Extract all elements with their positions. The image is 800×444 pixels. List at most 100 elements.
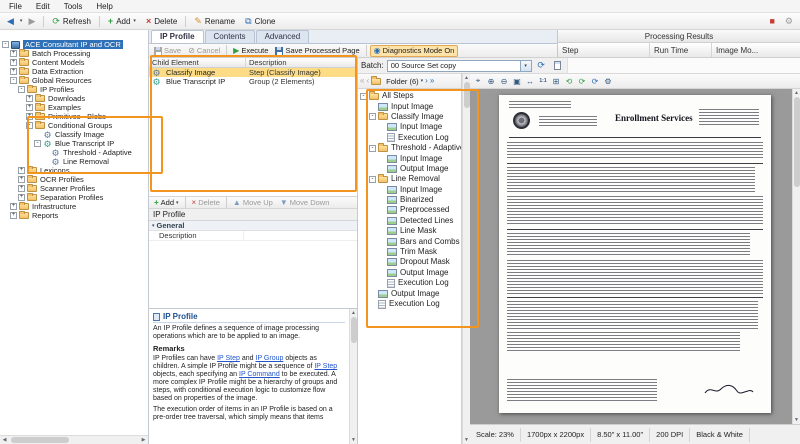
expand-icon[interactable]: + bbox=[10, 203, 17, 210]
zoom-fit-icon[interactable]: ▣ bbox=[511, 75, 523, 87]
rotate-right-icon[interactable]: ⟳ bbox=[576, 75, 588, 87]
move-up-button[interactable]: ▲Move Up bbox=[230, 197, 276, 209]
help-link[interactable]: IP Step bbox=[217, 355, 240, 362]
tree-item-infrastructure[interactable]: +Infrastructure bbox=[0, 202, 148, 211]
tree-item-input-image[interactable]: Input Image bbox=[358, 101, 461, 111]
scrollbar-thumb[interactable] bbox=[464, 82, 470, 108]
expand-icon[interactable]: + bbox=[10, 212, 17, 219]
menu-edit[interactable]: Edit bbox=[29, 0, 57, 13]
tree-item-binarized[interactable]: Binarized bbox=[358, 195, 461, 205]
add-button[interactable]: +Add▾ bbox=[104, 16, 140, 27]
add-child-button[interactable]: +Add▾ bbox=[151, 197, 182, 209]
tree-item-classify-image[interactable]: -Classify Image bbox=[358, 112, 461, 122]
collapse-icon[interactable]: - bbox=[360, 93, 367, 100]
collapse-icon[interactable]: - bbox=[369, 145, 376, 152]
tree-item-scanner-profiles[interactable]: +Scanner Profiles bbox=[0, 184, 148, 193]
tree-item-output-image[interactable]: Output Image bbox=[358, 288, 461, 298]
refresh-batch-icon[interactable]: ⟳ bbox=[535, 59, 548, 72]
column-header-child-element[interactable]: Child Element bbox=[149, 58, 246, 67]
execute-button[interactable]: ▶Execute bbox=[230, 45, 271, 57]
tree-item-trim-mask[interactable]: Trim Mask bbox=[358, 247, 461, 257]
tree-item-conditional-groups[interactable]: -Conditional Groups bbox=[0, 121, 148, 130]
actual-size-icon[interactable]: 1:1 bbox=[537, 75, 549, 87]
add-child-dropdown-icon[interactable]: ▾ bbox=[176, 200, 179, 206]
scrollbar-thumb[interactable] bbox=[794, 97, 800, 187]
document-preview-area[interactable]: Enrollment Services bbox=[470, 89, 800, 424]
zoom-out-icon[interactable]: ⊖ bbox=[498, 75, 510, 87]
first-folder-icon[interactable]: « bbox=[360, 77, 364, 85]
expand-icon[interactable]: + bbox=[26, 113, 33, 120]
results-column-run-time[interactable]: Run Time bbox=[650, 43, 712, 57]
stop-icon[interactable]: ■ bbox=[765, 16, 778, 27]
nav-back-button[interactable]: ◀ bbox=[3, 16, 18, 27]
collapse-icon[interactable]: - bbox=[26, 122, 33, 129]
previous-folder-icon[interactable]: ‹ bbox=[366, 77, 369, 85]
batch-combobox[interactable]: 00 Source Set copy ▾ bbox=[387, 60, 532, 72]
tree-item-reports[interactable]: +Reports bbox=[0, 211, 148, 220]
delete-child-button[interactable]: ×Delete bbox=[189, 197, 223, 209]
scrollbar-thumb[interactable] bbox=[351, 317, 357, 343]
tree-item-examples[interactable]: +Examples bbox=[0, 103, 148, 112]
tree-item-bars-and-combs[interactable]: Bars and Combs bbox=[358, 236, 461, 246]
view-page-icon[interactable] bbox=[551, 59, 564, 72]
tree-item-execution-log[interactable]: Execution Log bbox=[358, 133, 461, 143]
grid-row-blue-transcript-ip[interactable]: Blue Transcript IPGroup (2 Elements) bbox=[149, 77, 357, 86]
tree-item-detected-lines[interactable]: Detected Lines bbox=[358, 216, 461, 226]
tree-item-line-mask[interactable]: Line Mask bbox=[358, 226, 461, 236]
collapse-icon[interactable]: - bbox=[34, 140, 41, 147]
clone-button[interactable]: ⧉Clone bbox=[241, 16, 279, 27]
tree-item-global-resources[interactable]: -Global Resources bbox=[0, 76, 148, 85]
results-column-step[interactable]: Step bbox=[558, 43, 650, 57]
expand-icon[interactable]: + bbox=[10, 59, 17, 66]
help-link[interactable]: IP Command bbox=[239, 371, 280, 378]
settings-icon[interactable]: ⚙ bbox=[781, 16, 797, 27]
folder-label[interactable]: Folder (6) bbox=[386, 77, 419, 86]
menu-tools[interactable]: Tools bbox=[57, 0, 90, 13]
refresh-icon[interactable]: ⟳ bbox=[589, 75, 601, 87]
tree-item-line-removal[interactable]: -Line Removal bbox=[358, 174, 461, 184]
expand-icon[interactable]: + bbox=[18, 167, 25, 174]
scroll-up-icon[interactable]: ▲ bbox=[464, 74, 469, 82]
move-down-button[interactable]: ▼Move Down bbox=[277, 197, 333, 209]
last-folder-icon[interactable]: » bbox=[430, 77, 434, 85]
zoom-in-icon[interactable]: ⊕ bbox=[485, 75, 497, 87]
tree-item-ip-profiles[interactable]: -IP Profiles bbox=[0, 85, 148, 94]
collapse-icon[interactable]: - bbox=[369, 113, 376, 120]
property-group-general[interactable]: ▾General bbox=[149, 221, 357, 231]
help-link[interactable]: IP Group bbox=[256, 355, 284, 362]
tree-item-ace-consultant-ip-and-ocr[interactable]: -ACE Consultant IP and OCR bbox=[0, 40, 148, 49]
tree-item-threshold-adaptive[interactable]: -Threshold - Adaptive bbox=[358, 143, 461, 153]
expand-icon[interactable]: + bbox=[18, 185, 25, 192]
tree-item-blue-transcript-ip[interactable]: -Blue Transcript IP bbox=[0, 139, 148, 148]
results-column-image-mo[interactable]: Image Mo... bbox=[712, 43, 800, 57]
scroll-down-icon[interactable]: ▼ bbox=[464, 436, 469, 444]
collapse-icon[interactable]: - bbox=[10, 77, 17, 84]
scroll-up-icon[interactable]: ▲ bbox=[794, 89, 799, 97]
tree-item-output-image[interactable]: Output Image bbox=[358, 164, 461, 174]
scroll-right-icon[interactable]: ▶ bbox=[139, 436, 148, 444]
scroll-down-icon[interactable]: ▼ bbox=[794, 416, 799, 424]
tree-item-data-extraction[interactable]: +Data Extraction bbox=[0, 67, 148, 76]
tree-item-lexicons[interactable]: +Lexicons bbox=[0, 166, 148, 175]
tree-item-separation-profiles[interactable]: +Separation Profiles bbox=[0, 193, 148, 202]
cancel-button[interactable]: ⊘Cancel bbox=[185, 45, 223, 57]
collapse-icon[interactable]: - bbox=[2, 41, 9, 48]
help-link[interactable]: IP Step bbox=[314, 363, 337, 370]
collapse-icon[interactable]: - bbox=[18, 86, 25, 93]
rotate-left-icon[interactable]: ⟲ bbox=[563, 75, 575, 87]
refresh-button[interactable]: ⟳Refresh bbox=[48, 16, 95, 27]
scrollbar-thumb[interactable] bbox=[11, 437, 69, 443]
next-folder-icon[interactable]: › bbox=[425, 77, 428, 85]
tree-item-downloads[interactable]: +Downloads bbox=[0, 94, 148, 103]
folder-dropdown-icon[interactable]: ▾ bbox=[421, 78, 424, 84]
combo-dropdown-icon[interactable]: ▾ bbox=[520, 61, 531, 71]
tab-advanced[interactable]: Advanced bbox=[256, 30, 310, 43]
scroll-left-icon[interactable]: ◀ bbox=[0, 436, 9, 444]
tree-item-input-image[interactable]: Input Image bbox=[358, 153, 461, 163]
collapse-icon[interactable]: - bbox=[369, 176, 376, 183]
column-header-description[interactable]: Description bbox=[246, 58, 357, 67]
expand-icon[interactable]: + bbox=[26, 95, 33, 102]
tree-item-ocr-profiles[interactable]: +OCR Profiles bbox=[0, 175, 148, 184]
tree-scrollbar[interactable]: ▲ ▼ bbox=[462, 74, 470, 444]
tree-item-input-image[interactable]: Input Image bbox=[358, 185, 461, 195]
